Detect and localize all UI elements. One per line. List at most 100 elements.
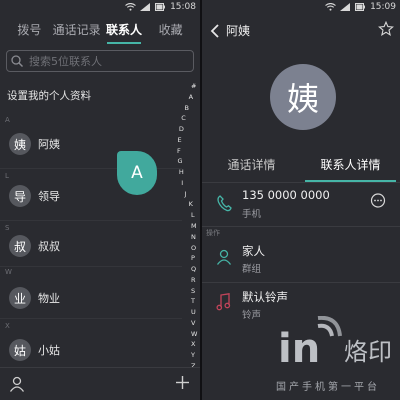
status-time: 15:09 bbox=[370, 2, 396, 12]
search-input[interactable] bbox=[27, 53, 181, 69]
music-note-icon bbox=[216, 293, 232, 315]
group-icon bbox=[216, 249, 232, 269]
operations-label: 操作 bbox=[206, 229, 220, 237]
screenshot-pair: 15:08 拨号 通话记录 联系人 收藏 设置我的个人资料 A 姨 阿姨 L 导… bbox=[0, 0, 400, 400]
signal-icon bbox=[140, 3, 151, 11]
contacts-screen: 15:08 拨号 通话记录 联系人 收藏 设置我的个人资料 A 姨 阿姨 L 导… bbox=[0, 0, 200, 400]
top-tabs: 拨号 通话记录 联系人 收藏 bbox=[0, 14, 200, 46]
index-letter[interactable]: E bbox=[177, 136, 181, 144]
tab-contact-details[interactable]: 联系人详情 bbox=[301, 150, 400, 182]
my-profile-link[interactable]: 设置我的个人资料 bbox=[7, 88, 91, 103]
divider bbox=[202, 226, 400, 227]
contact-row-wuye[interactable]: 业 物业 bbox=[0, 282, 180, 314]
contact-detail-screen: 15:09 阿姨 姨 通话详情 联系人详情 135 0000 0000 手机 操… bbox=[202, 0, 400, 400]
battery-icon bbox=[355, 3, 366, 11]
index-letter[interactable]: G bbox=[177, 157, 182, 165]
index-letter[interactable]: W bbox=[191, 330, 197, 338]
person-icon[interactable] bbox=[9, 376, 25, 396]
contact-row-shushu[interactable]: 叔 叔叔 bbox=[0, 230, 180, 262]
detail-header: 阿姨 bbox=[202, 14, 400, 48]
contact-name: 小姑 bbox=[38, 344, 60, 357]
index-letter[interactable]: I bbox=[181, 179, 183, 187]
divider bbox=[0, 318, 182, 319]
index-letter[interactable]: O bbox=[191, 244, 196, 252]
index-letter[interactable]: C bbox=[181, 114, 186, 122]
phone-type: 手机 bbox=[242, 209, 262, 220]
section-letter: A bbox=[5, 116, 10, 124]
status-time: 15:08 bbox=[170, 2, 196, 12]
index-letter[interactable]: Y bbox=[191, 351, 195, 359]
index-letter[interactable]: B bbox=[184, 104, 188, 112]
index-letter[interactable]: # bbox=[191, 82, 196, 90]
index-letter[interactable]: U bbox=[191, 308, 196, 316]
phone-icon bbox=[216, 194, 232, 216]
group-item[interactable]: 家人 群组 bbox=[202, 240, 400, 280]
contact-name: 物业 bbox=[38, 292, 60, 305]
index-letter[interactable]: S bbox=[191, 287, 195, 295]
contact-avatar: 姨 bbox=[270, 64, 336, 130]
tab-call-log[interactable]: 通话记录 bbox=[53, 14, 101, 46]
divider bbox=[202, 182, 400, 183]
wifi-icon bbox=[125, 3, 136, 11]
ringtone-name: 默认铃声 bbox=[242, 290, 288, 304]
tab-call-details[interactable]: 通话详情 bbox=[202, 150, 301, 182]
search-icon bbox=[11, 52, 23, 71]
tab-contacts[interactable]: 联系人 bbox=[101, 14, 148, 46]
index-letter[interactable]: J bbox=[184, 190, 186, 198]
search-box[interactable] bbox=[6, 50, 194, 72]
star-icon[interactable] bbox=[378, 20, 394, 41]
index-letter[interactable]: D bbox=[179, 125, 184, 133]
avatar: 姨 bbox=[9, 133, 31, 155]
index-letter[interactable]: K bbox=[189, 200, 193, 208]
contact-row-xiaogu[interactable]: 姑 小姑 bbox=[0, 334, 180, 366]
group-name: 家人 bbox=[242, 244, 265, 258]
watermark-brand-cn: 烙印 bbox=[344, 338, 392, 366]
avatar: 导 bbox=[9, 185, 31, 207]
contact-row-ayi[interactable]: 姨 阿姨 bbox=[0, 128, 180, 160]
watermark-logo: in 烙印 bbox=[278, 315, 396, 380]
index-letter[interactable]: X bbox=[191, 340, 195, 348]
signal-icon bbox=[340, 3, 351, 11]
section-letter: L bbox=[5, 172, 9, 180]
index-letter[interactable]: P bbox=[191, 254, 195, 262]
group-label: 群组 bbox=[242, 264, 262, 275]
detail-tabs: 通话详情 联系人详情 bbox=[202, 150, 400, 182]
index-letter[interactable]: A bbox=[189, 93, 193, 101]
phone-number: 135 0000 0000 bbox=[242, 188, 330, 202]
plus-icon[interactable] bbox=[175, 375, 190, 394]
index-letter[interactable]: N bbox=[191, 233, 196, 241]
ringtone-label: 铃声 bbox=[242, 310, 262, 321]
section-letter: X bbox=[5, 322, 10, 330]
contact-name: 叔叔 bbox=[38, 240, 60, 253]
section-letter: W bbox=[5, 268, 12, 276]
index-letter[interactable]: H bbox=[179, 168, 184, 176]
divider bbox=[0, 220, 182, 221]
divider bbox=[202, 282, 400, 283]
contact-name: 领导 bbox=[38, 190, 60, 203]
avatar: 叔 bbox=[9, 235, 31, 257]
back-arrow-icon[interactable] bbox=[210, 23, 220, 42]
index-letter[interactable]: M bbox=[191, 222, 197, 230]
watermark-slogan: 国产手机第一平台 bbox=[276, 382, 380, 393]
index-letter[interactable]: V bbox=[191, 319, 195, 327]
status-bar: 15:09 bbox=[202, 0, 400, 14]
avatar: 姑 bbox=[9, 339, 31, 361]
index-letter[interactable]: T bbox=[191, 297, 195, 305]
index-letter[interactable]: F bbox=[177, 147, 181, 155]
index-letter[interactable]: L bbox=[191, 211, 195, 219]
divider bbox=[0, 266, 182, 267]
index-preview-bubble: A bbox=[117, 151, 157, 195]
index-letter[interactable]: R bbox=[191, 276, 196, 284]
message-icon[interactable] bbox=[370, 193, 386, 213]
contact-name: 阿姨 bbox=[38, 138, 60, 151]
status-bar: 15:08 bbox=[0, 0, 200, 14]
index-letter[interactable]: Q bbox=[191, 265, 196, 273]
avatar: 业 bbox=[9, 287, 31, 309]
bottom-toolbar bbox=[0, 367, 200, 400]
battery-icon bbox=[155, 3, 166, 11]
tab-dialer[interactable]: 拨号 bbox=[6, 14, 53, 46]
wifi-icon bbox=[325, 3, 336, 11]
watermark-brand: in bbox=[278, 326, 320, 372]
tab-favorites[interactable]: 收藏 bbox=[147, 14, 194, 46]
contact-title: 阿姨 bbox=[226, 24, 251, 38]
